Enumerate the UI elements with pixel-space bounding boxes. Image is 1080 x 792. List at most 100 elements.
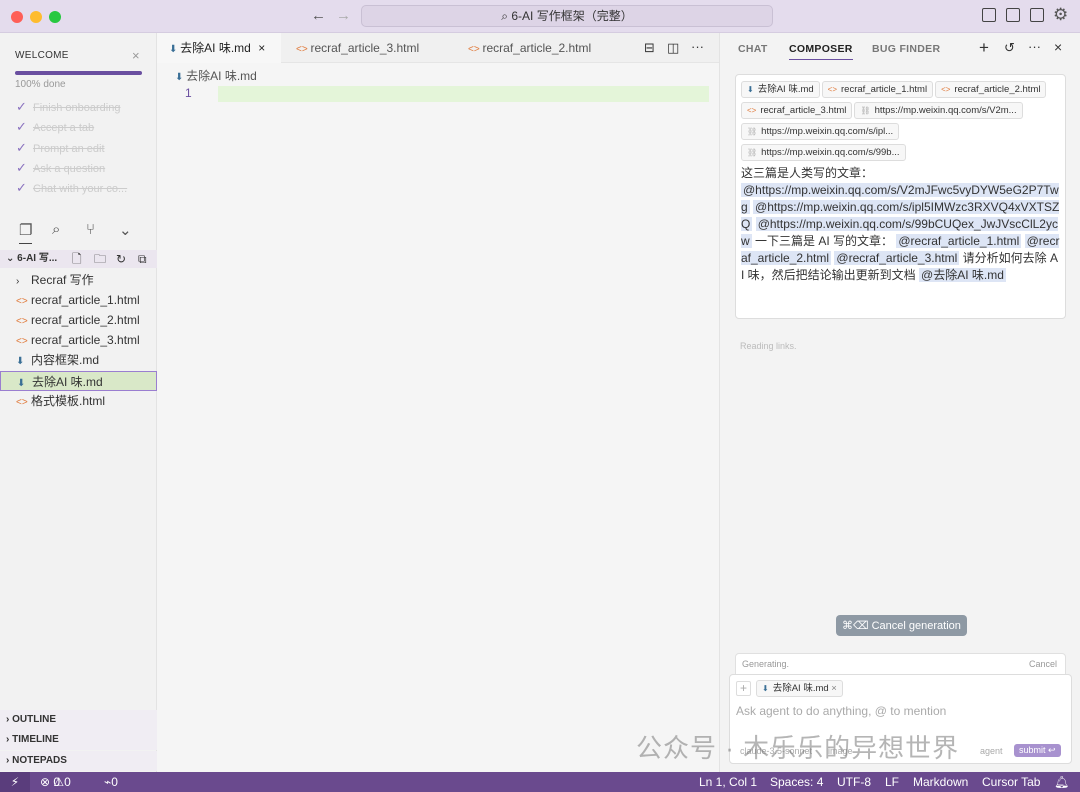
check-icon: ✓: [16, 180, 27, 195]
html-file-icon: <>: [747, 106, 757, 115]
add-context-button[interactable]: +: [736, 681, 751, 696]
message-text: 这三篇是人类写的文章： @https://mp.weixin.qq.com/s/…: [741, 165, 1060, 284]
collapse-all-icon[interactable]: ⧉: [138, 250, 147, 268]
editor: ⬇ 去除AI 味.md × <> recraf_article_3.html <…: [157, 33, 719, 772]
source-control-icon[interactable]: ⑂: [86, 221, 95, 238]
mode-selector[interactable]: agent: [980, 746, 1003, 756]
close-window-button[interactable]: [11, 11, 23, 23]
task-item[interactable]: ✓ Chat with your co...: [16, 180, 127, 196]
cursor-position[interactable]: Ln 1, Col 1: [699, 772, 757, 792]
language-mode[interactable]: Markdown: [913, 772, 968, 792]
refresh-icon[interactable]: ↻: [116, 250, 126, 268]
toggle-panel-icon[interactable]: [1006, 8, 1020, 22]
task-item[interactable]: ✓ Ask a question: [16, 160, 105, 176]
model-selector[interactable]: claude-3.5-sonnet: [740, 746, 812, 756]
context-chip[interactable]: <> recraf_article_2.html: [935, 81, 1047, 98]
files-icon[interactable]: ❐: [19, 221, 33, 244]
file-item[interactable]: <> recraf_article_1.html: [0, 290, 157, 310]
back-arrow-icon[interactable]: ←: [311, 7, 326, 24]
close-icon[interactable]: ×: [132, 48, 140, 63]
tab-article-3[interactable]: <> recraf_article_3.html: [284, 33, 454, 63]
input-placeholder[interactable]: Ask agent to do anything, @ to mention: [736, 704, 946, 718]
context-chip[interactable]: <> recraf_article_3.html: [741, 102, 853, 119]
indentation[interactable]: Spaces: 4: [770, 772, 823, 792]
mention[interactable]: @recraf_article_3.html: [834, 251, 960, 265]
html-file-icon: <>: [16, 316, 28, 327]
progress-label: 100% done: [15, 79, 66, 90]
close-icon[interactable]: ×: [1054, 39, 1062, 55]
line-ending[interactable]: LF: [885, 772, 899, 792]
context-chip[interactable]: ⛓ https://mp.weixin.qq.com/s/99b...: [741, 144, 906, 161]
cancel-generation-button[interactable]: ⌘⌫ Cancel generation: [836, 615, 967, 636]
new-file-icon[interactable]: 🗋: [72, 250, 82, 268]
notepads-section[interactable]: › NOTEPADS: [0, 751, 157, 771]
tab-remove-ai[interactable]: ⬇ 去除AI 味.md ×: [157, 33, 281, 63]
forward-arrow-icon[interactable]: →: [336, 7, 351, 24]
task-item[interactable]: ✓ Prompt an edit: [16, 140, 105, 156]
split-editor-icon[interactable]: ⊟: [644, 40, 655, 56]
context-chip[interactable]: ⛓ https://mp.weixin.qq.com/s/V2m...: [854, 102, 1023, 119]
file-item[interactable]: ⬇ 内容框架.md: [0, 350, 157, 370]
breadcrumb[interactable]: ⬇ 去除AI 味.md: [175, 67, 257, 84]
bell-icon[interactable]: 🔔︎: [1054, 772, 1069, 792]
history-icon[interactable]: ↺: [1004, 40, 1015, 56]
gear-icon[interactable]: ⚙: [1053, 5, 1068, 25]
html-file-icon: <>: [296, 44, 311, 55]
warnings-count: 0: [64, 775, 71, 789]
errors-count: 0: [53, 775, 61, 789]
submit-button[interactable]: submit ↩: [1014, 744, 1061, 757]
context-chip[interactable]: ⬇ 去除AI 味.md ×: [756, 680, 843, 697]
image-button[interactable]: image: [828, 746, 853, 756]
tab-composer[interactable]: COMPOSER: [789, 43, 853, 60]
timeline-section[interactable]: › TIMELINE: [0, 730, 157, 750]
toggle-sidebar-icon[interactable]: [982, 8, 996, 22]
file-item[interactable]: <> recraf_article_3.html: [0, 330, 157, 350]
tab-article-2[interactable]: <> recraf_article_2.html: [456, 33, 626, 63]
file-item[interactable]: <> 格式模板.html: [0, 391, 157, 411]
plus-icon[interactable]: +: [979, 38, 989, 58]
search-icon[interactable]: ⌕: [52, 221, 60, 238]
folder-item[interactable]: › Recraf 写作: [0, 270, 157, 290]
toggle-secondary-sidebar-icon[interactable]: [1030, 8, 1044, 22]
ports-indicator[interactable]: ⌁ 0: [104, 772, 118, 792]
mention[interactable]: @去除AI 味.md: [919, 268, 1006, 282]
context-chip[interactable]: <> recraf_article_1.html: [821, 81, 934, 98]
link-icon: ⛓: [747, 127, 758, 136]
link-icon: ⛓: [747, 148, 758, 157]
layout-icon[interactable]: ◫: [667, 40, 679, 56]
more-icon[interactable]: ···: [691, 39, 704, 54]
cursor-tab[interactable]: Cursor Tab: [982, 772, 1040, 792]
chevron-down-icon[interactable]: ⌄: [119, 221, 132, 239]
outline-section[interactable]: › OUTLINE: [0, 710, 157, 730]
task-item[interactable]: ✓ Accept a tab: [16, 119, 94, 135]
context-chip[interactable]: ⛓ https://mp.weixin.qq.com/s/ipl...: [741, 123, 900, 140]
mention[interactable]: @recraf_article_1.html: [896, 234, 1022, 248]
file-item[interactable]: <> recraf_article_2.html: [0, 310, 157, 330]
remote-icon[interactable]: ⚡: [0, 772, 30, 792]
task-label: Chat with your co...: [33, 183, 128, 195]
composer-input[interactable]: + ⬇ 去除AI 味.md × Ask agent to do anything,…: [729, 674, 1072, 764]
text: 一下三篇是 AI 写的文章：: [751, 234, 894, 248]
context-chip[interactable]: ⬇ 去除AI 味.md: [741, 81, 820, 98]
chevron-right-icon: ›: [16, 276, 20, 287]
task-item[interactable]: ✓ Finish onboarding: [16, 99, 120, 115]
close-icon[interactable]: ×: [258, 41, 265, 55]
encoding[interactable]: UTF-8: [837, 772, 871, 792]
new-folder-icon[interactable]: 🗀: [94, 250, 106, 268]
user-message: ⬇ 去除AI 味.md <> recraf_article_1.html <> recra…: [735, 74, 1066, 319]
welcome-title: WELCOME: [15, 50, 69, 61]
task-label: Ask a question: [33, 163, 106, 175]
file-label: Recraf 写作: [31, 273, 94, 287]
minimize-window-button[interactable]: [30, 11, 42, 23]
current-line[interactable]: [218, 86, 709, 102]
tab-chat[interactable]: CHAT: [738, 43, 768, 55]
file-item-selected[interactable]: ⬇ 去除AI 味.md: [0, 371, 157, 391]
maximize-window-button[interactable]: [49, 11, 61, 23]
command-center[interactable]: ⌕ 6-AI 写作框架（完整）: [361, 5, 773, 27]
problems-indicator[interactable]: ⊗ 0 ⚠ 0: [40, 772, 71, 792]
close-icon[interactable]: ×: [831, 683, 837, 694]
more-icon[interactable]: ···: [1028, 39, 1041, 54]
project-header[interactable]: ⌄ 6-AI 写... 🗋 🗀 ↻ ⧉: [0, 250, 157, 268]
tab-bug-finder[interactable]: BUG FINDER: [872, 43, 940, 55]
cancel-button[interactable]: Cancel: [1029, 654, 1057, 674]
